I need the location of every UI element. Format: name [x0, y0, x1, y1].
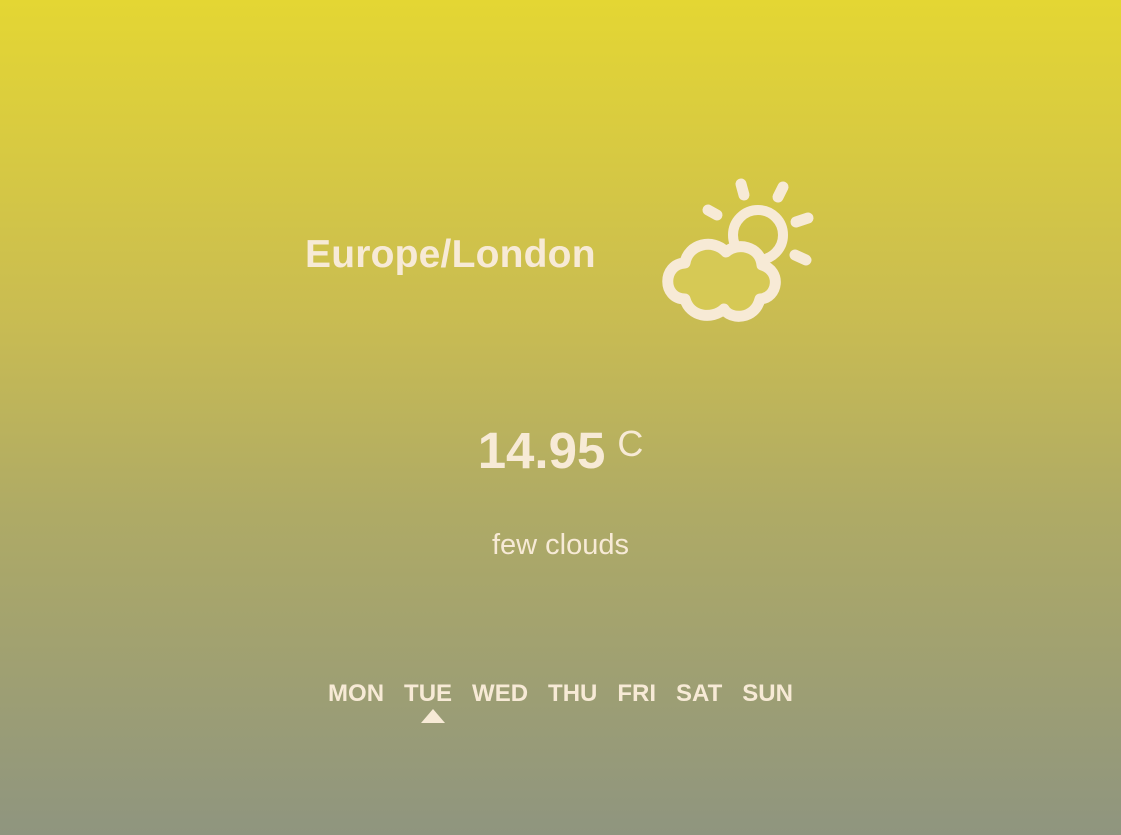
day-tab-thu[interactable]: THU	[548, 678, 597, 710]
temperature-unit: C	[617, 423, 644, 464]
day-label: WED	[472, 680, 529, 707]
day-tab-fri[interactable]: FRI	[617, 678, 656, 710]
temperature-value: 14.95	[477, 422, 606, 479]
day-tab-wed[interactable]: WED	[472, 678, 528, 710]
day-label: THU	[548, 680, 598, 707]
temperature-display: 14.95 C	[0, 420, 1121, 482]
day-tab-mon[interactable]: MON	[328, 678, 384, 710]
day-label: TUE	[404, 680, 453, 707]
day-label: SUN	[742, 680, 793, 707]
day-label: MON	[328, 680, 385, 707]
day-label: FRI	[617, 680, 657, 707]
day-tab-sat[interactable]: SAT	[676, 678, 722, 710]
location-name: Europe/London	[305, 233, 596, 276]
active-day-indicator	[421, 709, 446, 723]
day-selector: MON TUE WED THU FRI SAT SUN	[0, 678, 1121, 723]
sun-behind-cloud-icon	[650, 172, 820, 328]
day-label: SAT	[676, 680, 723, 707]
day-tab-sun[interactable]: SUN	[742, 678, 793, 710]
weather-app: Europe/London 14.95 C few clouds MON TUE	[0, 0, 1121, 835]
day-tab-tue[interactable]: TUE	[404, 678, 453, 723]
weather-description: few clouds	[491, 529, 629, 561]
